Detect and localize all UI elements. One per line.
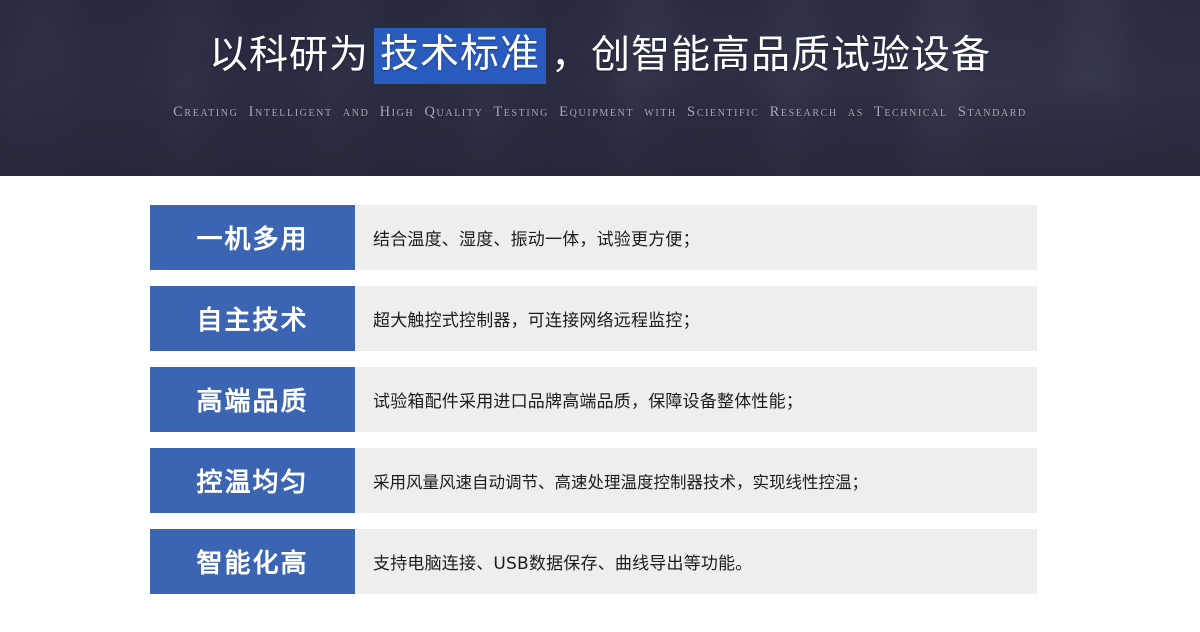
- feature-tag: 高端品质: [150, 367, 355, 432]
- feature-row: 自主技术 超大触控式控制器，可连接网络远程监控；: [150, 286, 1037, 351]
- feature-tag: 智能化高: [150, 529, 355, 594]
- feature-row: 智能化高 支持电脑连接、USB数据保存、曲线导出等功能。: [150, 529, 1037, 594]
- hero-title-before: 以科研为: [208, 34, 369, 77]
- feature-tag: 自主技术: [150, 286, 355, 351]
- feature-row: 一机多用 结合温度、湿度、振动一体，试验更方便；: [150, 205, 1037, 270]
- feature-list: 一机多用 结合温度、湿度、振动一体，试验更方便； 自主技术 超大触控式控制器，可…: [150, 205, 1037, 594]
- hero-title: 以科研为 技术标准 ，创智能高品质试验设备: [209, 28, 991, 84]
- hero-subtitle: Creating Intelligent and High Quality Te…: [173, 104, 1027, 120]
- hero-title-highlight: 技术标准: [373, 28, 546, 84]
- feature-description: 超大触控式控制器，可连接网络远程监控；: [355, 286, 1037, 351]
- feature-row: 高端品质 试验箱配件采用进口品牌高端品质，保障设备整体性能；: [150, 367, 1037, 432]
- feature-description: 试验箱配件采用进口品牌高端品质，保障设备整体性能；: [355, 367, 1037, 432]
- hero-banner: 以科研为 技术标准 ，创智能高品质试验设备 Creating Intellige…: [0, 0, 1200, 176]
- feature-tag: 控温均匀: [150, 448, 355, 513]
- product-feature-banner: 以科研为 技术标准 ，创智能高品质试验设备 Creating Intellige…: [0, 0, 1200, 632]
- feature-description: 采用风量风速自动调节、高速处理温度控制器技术，实现线性控温；: [355, 448, 1037, 513]
- feature-description: 支持电脑连接、USB数据保存、曲线导出等功能。: [355, 529, 1037, 594]
- feature-row: 控温均匀 采用风量风速自动调节、高速处理温度控制器技术，实现线性控温；: [150, 448, 1037, 513]
- hero-content: 以科研为 技术标准 ，创智能高品质试验设备 Creating Intellige…: [0, 0, 1200, 176]
- feature-tag: 一机多用: [150, 205, 355, 270]
- feature-description: 结合温度、湿度、振动一体，试验更方便；: [355, 205, 1037, 270]
- hero-title-after: ，创智能高品质试验设备: [551, 34, 992, 77]
